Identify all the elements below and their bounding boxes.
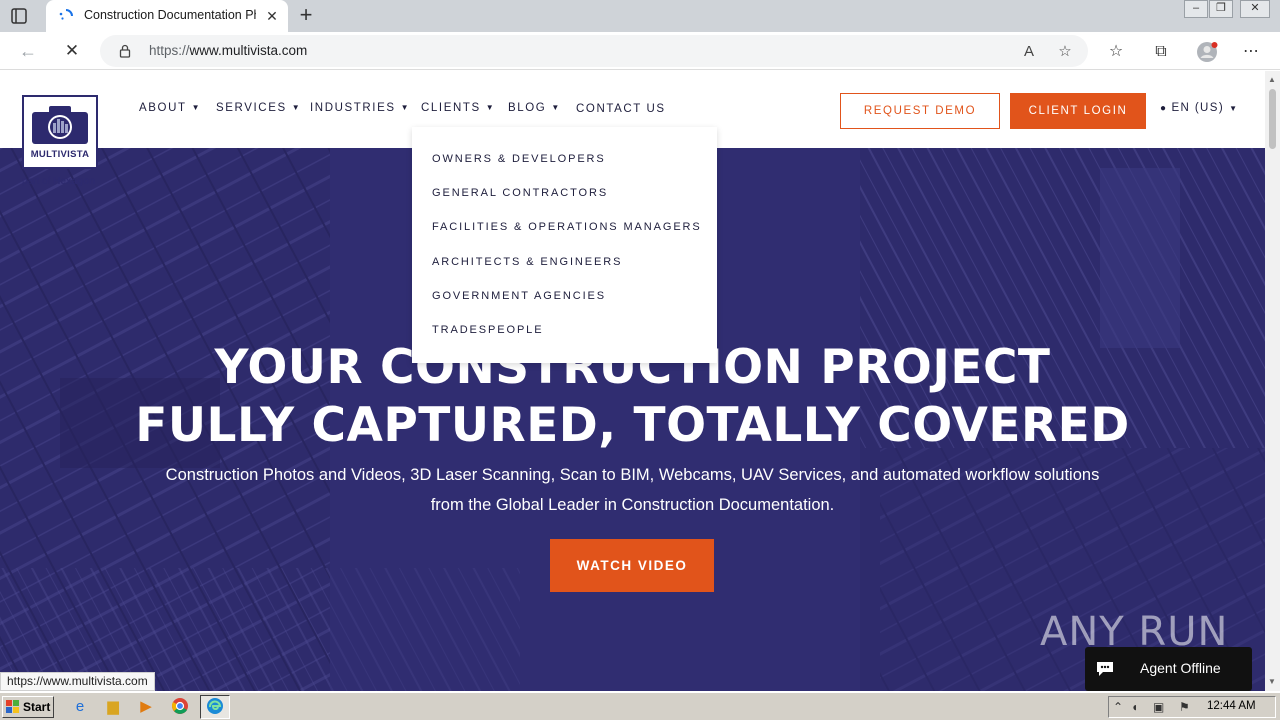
system-tray: ⌃ ◖ ▣ ⚑ 12:44 AM (1108, 696, 1276, 718)
media-player-icon[interactable]: ▶ (136, 697, 156, 717)
camera-logo-icon (32, 106, 88, 144)
browser-tab-strip: Construction Documentation Ph ✕ + – ❐ ✕ (0, 0, 1280, 32)
web-page: YOUR CONSTRUCTION PROJECT FULLY CAPTURED… (0, 71, 1265, 691)
browser-tab-active[interactable]: Construction Documentation Ph ✕ (46, 0, 288, 32)
url-text: https://www.multivista.com (149, 43, 308, 58)
edge-icon (205, 697, 225, 717)
star-plus-icon[interactable]: ☆ (1056, 43, 1074, 61)
chevron-down-icon: ▼ (291, 103, 302, 112)
volume-icon[interactable]: ◖ (1131, 700, 1138, 714)
scroll-up-icon[interactable]: ▲ (1268, 75, 1276, 84)
page-scrollbar[interactable]: ▲ ▼ (1265, 71, 1280, 691)
nav-about[interactable]: ABOUT ▼ (139, 102, 201, 114)
folder-icon[interactable]: ▆ (103, 697, 123, 717)
globe-icon: ● (1160, 103, 1168, 114)
chat-bubble-icon (1095, 660, 1115, 678)
chevron-down-icon: ▼ (485, 103, 496, 112)
back-arrow-icon[interactable]: ← (16, 40, 40, 62)
menu-item-tradespeople[interactable]: TRADESPEOPLE (432, 324, 543, 336)
watch-video-button[interactable]: WATCH VIDEO (550, 539, 714, 592)
chevron-down-icon: ▼ (1229, 104, 1239, 113)
chevron-down-icon: ▼ (191, 103, 202, 112)
favorites-icon[interactable]: ☆ (1105, 41, 1127, 63)
stop-x-icon[interactable]: ✕ (60, 40, 84, 62)
windows-flag-icon (6, 700, 20, 714)
scrollbar-thumb[interactable] (1269, 89, 1276, 149)
menu-item-general-contractors[interactable]: GENERAL CONTRACTORS (432, 187, 608, 199)
multivista-logo[interactable]: MULTIVISTA (22, 95, 98, 169)
chrome-icon[interactable] (170, 697, 190, 717)
chevron-down-icon: ▼ (400, 103, 411, 112)
menu-item-owners-developers[interactable]: OWNERS & DEVELOPERS (432, 153, 606, 165)
profile-avatar-icon[interactable] (1196, 41, 1218, 63)
edge-taskbar-button[interactable] (200, 695, 230, 719)
address-input[interactable]: https://www.multivista.com A ☆ (100, 35, 1088, 67)
menu-item-architects-engineers[interactable]: ARCHITECTS & ENGINEERS (432, 256, 622, 268)
action-center-flag-icon[interactable]: ⚑ (1179, 700, 1190, 714)
close-icon[interactable]: ✕ (264, 8, 280, 24)
collections-icon[interactable]: ⧉ (1150, 41, 1172, 63)
tab-title: Construction Documentation Ph (84, 8, 256, 22)
client-login-button[interactable]: CLIENT LOGIN (1010, 93, 1146, 129)
menu-item-facilities-operations[interactable]: FACILITIES & OPERATIONS MANAGERS (432, 221, 702, 233)
minimize-icon[interactable]: – (1184, 0, 1208, 18)
restore-icon[interactable]: ❐ (1209, 0, 1233, 18)
hero-description-line-1: Construction Photos and Videos, 3D Laser… (165, 466, 1100, 484)
nav-industries[interactable]: INDUSTRIES ▼ (310, 102, 410, 114)
hero-description-line-2: from the Global Leader in Construction D… (430, 496, 835, 514)
logo-wordmark: MULTIVISTA (30, 149, 90, 160)
more-dots-icon[interactable]: ⋯ (1240, 41, 1262, 63)
network-icon[interactable]: ▣ (1153, 700, 1164, 714)
clients-dropdown-menu: OWNERS & DEVELOPERS GENERAL CONTRACTORS … (412, 127, 717, 363)
chevron-down-icon: ▼ (551, 103, 561, 112)
menu-item-government-agencies[interactable]: GOVERNMENT AGENCIES (432, 290, 606, 302)
address-bar-row: ← ✕ https://www.multivista.com A ☆ ☆ ⧉ ⋯ (0, 32, 1280, 70)
chat-widget[interactable]: Agent Offline (1085, 647, 1252, 691)
nav-contact-us[interactable]: CONTACT US (576, 103, 666, 115)
nav-services[interactable]: SERVICES ▼ (216, 102, 301, 114)
chat-status-label: Agent Offline (1140, 660, 1221, 676)
status-bar-url: https://www.multivista.com (0, 672, 155, 691)
nav-blog[interactable]: BLOG ▼ (508, 102, 561, 114)
scroll-down-icon[interactable]: ▼ (1268, 677, 1276, 686)
clock: 12:44 AM (1207, 700, 1256, 712)
hero-title-line-2: FULLY CAPTURED, TOTALLY COVERED (135, 398, 1130, 453)
start-button[interactable]: Start (2, 696, 54, 718)
tray-expand-icon[interactable]: ⌃ (1113, 700, 1123, 714)
window-close-icon[interactable]: ✕ (1240, 0, 1270, 18)
windows-taskbar: Start e ▆ ▶ ⌃ ◖ ▣ ⚑ 12:44 AM (0, 692, 1280, 720)
nav-clients[interactable]: CLIENTS ▼ (421, 102, 495, 114)
ie-icon[interactable]: e (70, 697, 90, 717)
lock-icon[interactable] (118, 44, 132, 58)
request-demo-button[interactable]: REQUEST DEMO (840, 93, 1000, 129)
loading-spinner-icon (58, 8, 74, 24)
language-selector[interactable]: ● EN (US) ▼ (1160, 102, 1238, 114)
tab-actions-icon[interactable] (10, 7, 38, 27)
read-aloud-icon[interactable]: A (1020, 43, 1038, 61)
logo-tagline: part of Hexagon (22, 176, 96, 187)
plus-icon[interactable]: + (295, 4, 317, 27)
